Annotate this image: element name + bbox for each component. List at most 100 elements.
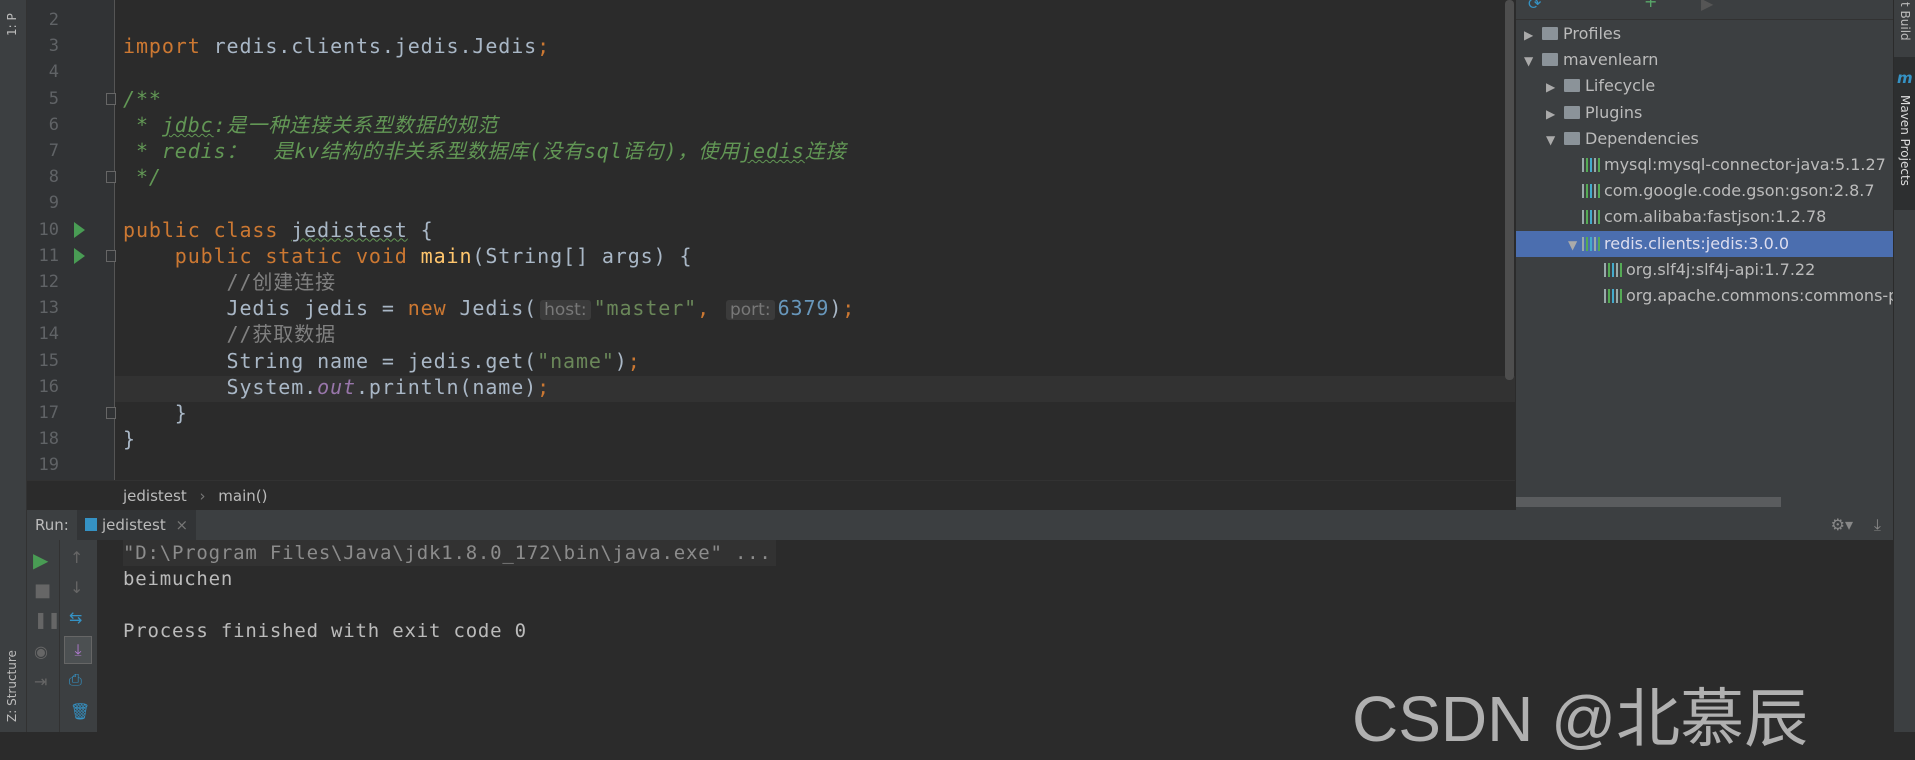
maven-tree-item[interactable]: com.google.code.gson:gson:2.8.7 [1516, 178, 1893, 204]
maven-horizontal-scrollbar[interactable] [1516, 497, 1781, 507]
code-token: .println(name) [355, 374, 538, 399]
parameter-hint: port: [725, 300, 775, 321]
maven-tree-item[interactable]: ▼ redis.clients:jedis:3.0.0 [1516, 230, 1893, 258]
breadcrumb-separator: › [199, 487, 206, 505]
folder-icon [1542, 27, 1558, 40]
expand-arrow-icon[interactable]: ▶ [1524, 22, 1538, 48]
right-tool-strip: t Build m Maven Projects [1893, 0, 1915, 732]
expand-arrow-icon[interactable]: ▼ [1546, 127, 1560, 153]
run-tab-jedistest[interactable]: jedistest × [77, 510, 197, 540]
code-token: "name" [537, 348, 615, 373]
code-line: * jdbc:是一种连接关系型数据的规范 [123, 112, 498, 138]
code-line: Jedis jedis = new Jedis(host: "master", p… [123, 295, 855, 321]
expand-arrow-icon[interactable]: ▼ [1568, 232, 1582, 258]
library-icon [1582, 210, 1600, 225]
breadcrumb-method[interactable]: main() [218, 487, 267, 505]
code-token: ; [537, 34, 551, 59]
maven-tree-item[interactable]: ▶ Profiles [1516, 21, 1893, 47]
pause-icon[interactable]: ❚❚ [34, 610, 61, 629]
run-icon[interactable]: ▶ [1701, 0, 1713, 13]
run-gutter-icon[interactable] [74, 221, 85, 238]
maven-tree-item[interactable]: ▼ mavenlearn [1516, 47, 1893, 73]
tree-item-label: Lifecycle [1585, 76, 1656, 96]
code-token: } [123, 401, 188, 425]
expand-arrow-icon[interactable]: ▼ [1524, 48, 1538, 74]
fold-marker-icon[interactable] [106, 407, 116, 419]
code-token: (String[] args) { [472, 243, 693, 268]
gear-icon[interactable]: ⚙▾ [1831, 510, 1853, 540]
tree-item-label: Dependencies [1585, 128, 1699, 148]
code-token: public class [123, 217, 292, 242]
maven-tree-item[interactable]: ▶ Lifecycle [1516, 73, 1893, 99]
maven-toolbar: ⟳ + ▶ [1516, 0, 1893, 20]
code-line: * redis： 是kv结构的非关系型数据库(没有sql语句)，使用jedis连… [123, 138, 847, 164]
hide-icon[interactable]: ⤓ [1874, 510, 1881, 540]
code-line: //获取数据 [123, 321, 336, 347]
tree-item-label: org.slf4j:slf4j-api:1.7.22 [1626, 259, 1816, 279]
run-gutter-icon[interactable] [74, 247, 85, 264]
fold-marker-icon[interactable] [106, 92, 116, 105]
up-arrow-icon[interactable]: ↑ [70, 548, 83, 567]
add-icon[interactable]: + [1644, 0, 1657, 11]
code-line: } [123, 400, 188, 426]
build-tool-tab[interactable]: t Build [1898, 2, 1912, 41]
fold-marker-icon[interactable] [106, 171, 116, 184]
rerun-icon[interactable]: ▶ [33, 548, 48, 572]
folder-icon [1564, 79, 1580, 93]
code-editor[interactable]: 2 3 4 5 6 7 8 9 10 11 12 13 14 15 16 17 18 19 import redi… [27, 0, 1515, 480]
structure-tool-tab[interactable]: Z: Structure [5, 650, 19, 722]
line-number: 8 [48, 167, 59, 188]
code-line: import redis.clients.jedis.Jedis; [123, 33, 550, 59]
maven-tree-item[interactable]: org.apache.commons:commons-p [1516, 283, 1893, 309]
maven-tree-item[interactable]: mysql:mysql-connector-java:5.1.27 [1516, 152, 1893, 178]
expand-arrow-icon[interactable]: ▶ [1546, 74, 1560, 100]
maven-tree-item[interactable]: ▼ Dependencies [1516, 126, 1893, 152]
tree-item-label: org.apache.commons:commons-p [1626, 286, 1893, 305]
line-number: 14 [38, 324, 59, 345]
code-token: out [317, 374, 356, 399]
tree-item-label: redis.clients:jedis:3.0.0 [1604, 233, 1790, 253]
expand-arrow-icon[interactable]: ▶ [1546, 101, 1560, 127]
print-icon[interactable]: ⎙ [69, 670, 82, 690]
line-number: 10 [38, 219, 59, 240]
maven-tab-label: Maven Projects [1898, 95, 1912, 186]
down-arrow-icon[interactable]: ↓ [70, 578, 83, 597]
line-number: 5 [48, 88, 59, 109]
code-token: main [420, 243, 473, 268]
code-line: String name = jedis.get("name"); [123, 348, 641, 374]
library-icon [1582, 236, 1600, 251]
project-tool-tab[interactable]: 1: P [5, 13, 19, 36]
soft-wrap-icon[interactable]: ⇆ [69, 608, 82, 627]
exit-icon[interactable]: ⇥ [34, 672, 47, 691]
breadcrumb-class[interactable]: jedistest [123, 487, 187, 505]
line-number: 16 [38, 376, 59, 397]
maven-projects-panel: ⟳ + ▶ ▶ Profiles ▼ mavenlearn ▶ Lifecycle ▶ Plu… [1515, 0, 1893, 510]
maven-tree-item[interactable]: org.slf4j:slf4j-api:1.7.22 [1516, 257, 1893, 283]
folder-icon [1564, 131, 1580, 145]
console-output-line: beimuchen [123, 568, 234, 590]
close-icon[interactable]: × [176, 516, 189, 534]
code-token: "master" [593, 296, 698, 321]
scroll-to-end-icon[interactable]: ⤓ [64, 636, 92, 664]
maven-projects-tab[interactable]: m Maven Projects [1894, 57, 1915, 210]
code-token: Jedis jedis = [123, 296, 408, 321]
line-number: 18 [38, 429, 59, 450]
line-number: 17 [38, 403, 59, 423]
dump-threads-icon[interactable]: ◉ [34, 642, 48, 661]
run-config-icon [85, 518, 97, 531]
trash-icon[interactable]: 🗑 [70, 702, 90, 721]
code-token: } [123, 427, 136, 452]
line-number: 11 [38, 245, 59, 266]
maven-tree-item[interactable]: ▶ Plugins [1516, 100, 1893, 126]
maven-tree-item[interactable]: com.alibaba:fastjson:1.2.78 [1516, 204, 1893, 230]
reimport-icon[interactable]: ⟳ [1528, 0, 1541, 13]
tree-item-label: mysql:mysql-connector-java:5.1.27 [1604, 155, 1886, 174]
editor-scrollbar[interactable] [1505, 0, 1514, 380]
maven-icon: m [1897, 69, 1913, 87]
code-token: public static void [123, 243, 421, 268]
fold-marker-icon[interactable] [106, 249, 116, 262]
line-number: 13 [38, 298, 59, 319]
line-number: 15 [38, 350, 59, 371]
code-line: /** [123, 86, 162, 112]
stop-icon[interactable]: ■ [34, 580, 51, 601]
